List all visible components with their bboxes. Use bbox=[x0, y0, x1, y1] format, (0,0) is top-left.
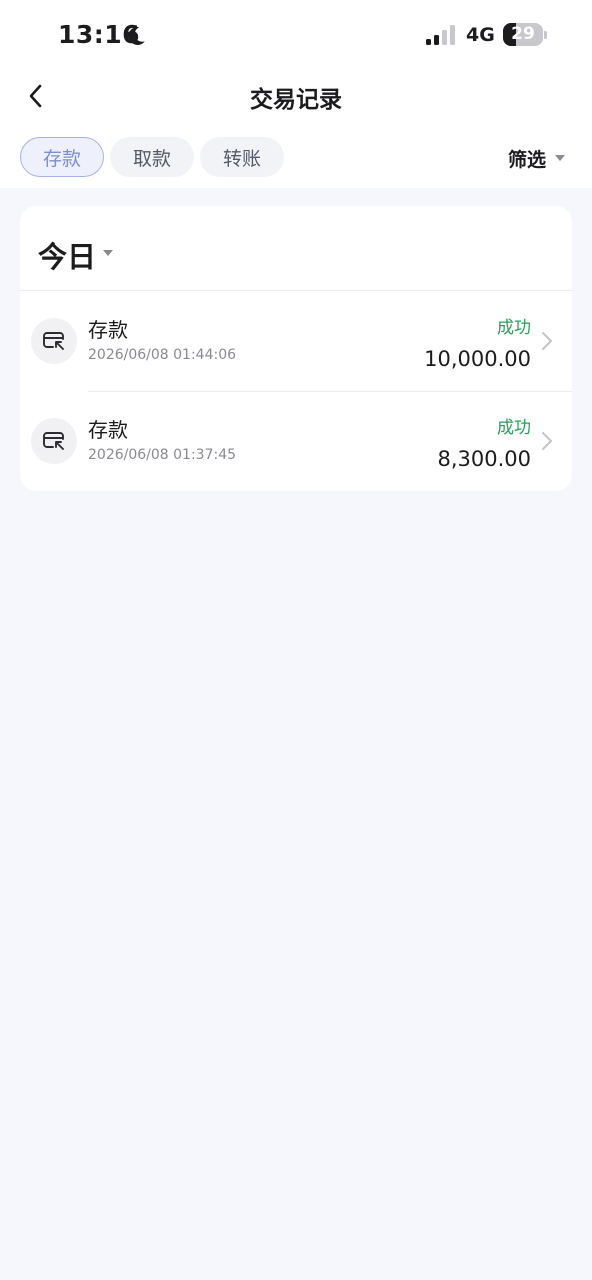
caret-down-icon[interactable] bbox=[102, 249, 114, 257]
transaction-time: 2026/06/08 01:37:45 bbox=[88, 447, 237, 463]
transaction-card: 今日 存款 2026/06/08 01:44:06 成功 10,000.00 存… bbox=[20, 206, 572, 491]
deposit-icon bbox=[31, 418, 77, 464]
filter-label: 筛选 bbox=[508, 148, 547, 171]
chevron-right-icon bbox=[542, 432, 552, 450]
transaction-row[interactable]: 存款 2026/06/08 01:37:45 成功 8,300.00 bbox=[20, 392, 572, 491]
network-type: 4G bbox=[466, 24, 495, 46]
caret-down-icon bbox=[554, 154, 566, 162]
type-tabs: 存款 取款 转账 bbox=[20, 137, 290, 177]
tab-transfer[interactable]: 转账 bbox=[200, 137, 285, 177]
transaction-amount: 10,000.00 bbox=[424, 347, 531, 371]
battery-percent: 29 bbox=[511, 24, 535, 44]
chevron-right-icon bbox=[542, 332, 552, 350]
transaction-amount: 8,300.00 bbox=[437, 447, 531, 471]
tab-withdraw[interactable]: 取款 bbox=[110, 137, 195, 177]
transaction-type: 存款 bbox=[88, 418, 128, 442]
day-group-label[interactable]: 今日 bbox=[38, 234, 96, 276]
signal-icon bbox=[426, 25, 455, 45]
transaction-type: 存款 bbox=[88, 318, 128, 342]
status-badge: 成功 bbox=[497, 318, 531, 338]
transaction-time: 2026/06/08 01:44:06 bbox=[88, 347, 237, 363]
nav-bar: 交易记录 bbox=[0, 70, 592, 122]
day-group-header: 今日 bbox=[20, 206, 572, 291]
header-area: 13:16 4G 29 交易记录 存款 取款 转账 筛选 bbox=[0, 0, 592, 188]
status-badge: 成功 bbox=[497, 418, 531, 438]
filter-button[interactable]: 筛选 bbox=[508, 145, 566, 171]
transaction-row[interactable]: 存款 2026/06/08 01:44:06 成功 10,000.00 bbox=[20, 292, 572, 392]
tab-deposit[interactable]: 存款 bbox=[20, 137, 105, 177]
battery-tip bbox=[544, 31, 547, 39]
moon-icon bbox=[128, 26, 145, 45]
screen: 13:16 4G 29 交易记录 存款 取款 转账 筛选 今日 存款 2026/… bbox=[0, 0, 592, 1280]
battery-icon: 29 bbox=[503, 23, 543, 46]
deposit-icon bbox=[31, 318, 77, 364]
status-bar: 13:16 4G 29 bbox=[0, 0, 592, 70]
page-title: 交易记录 bbox=[250, 87, 342, 113]
